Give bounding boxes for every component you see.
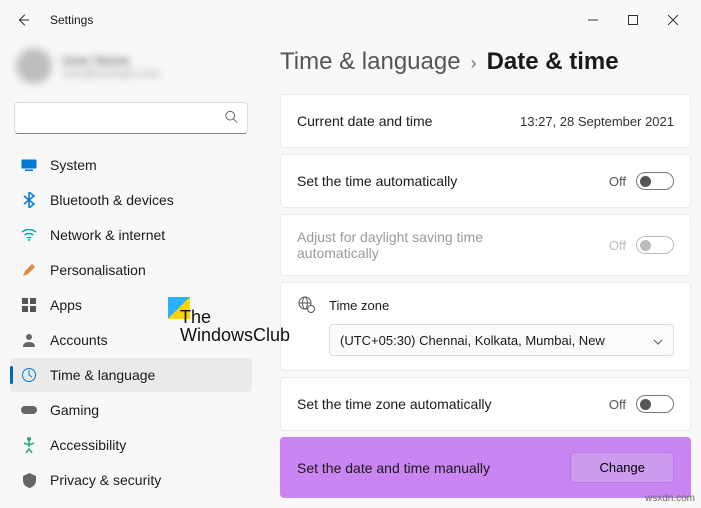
current-datetime-label: Current date and time — [297, 113, 432, 129]
card-timezone: Time zone (UTC+05:30) Chennai, Kolkata, … — [280, 282, 691, 371]
sidebar-item-personalisation[interactable]: Personalisation — [10, 253, 252, 287]
account-name: User Name — [62, 53, 160, 68]
chevron-right-icon: › — [471, 53, 477, 74]
wifi-icon — [20, 226, 38, 244]
timezone-value: (UTC+05:30) Chennai, Kolkata, Mumbai, Ne… — [340, 333, 605, 348]
manual-datetime-label: Set the date and time manually — [297, 460, 490, 476]
search-input[interactable] — [14, 102, 248, 134]
card-auto-timezone[interactable]: Set the time zone automatically Off — [280, 377, 691, 431]
window-title: Settings — [50, 13, 93, 27]
sidebar-item-windows-update[interactable]: Windows Update — [10, 498, 252, 508]
gaming-icon — [20, 401, 38, 419]
avatar — [16, 48, 52, 84]
close-button[interactable] — [653, 5, 693, 35]
arrow-left-icon — [16, 13, 30, 27]
current-datetime-value: 13:27, 28 September 2021 — [520, 114, 674, 129]
sidebar-item-accounts[interactable]: Accounts — [10, 323, 252, 357]
maximize-icon — [628, 15, 638, 25]
card-auto-time[interactable]: Set the time automatically Off — [280, 154, 691, 208]
auto-tz-toggle[interactable] — [636, 395, 674, 413]
sidebar-item-label: Apps — [50, 297, 82, 313]
system-icon — [20, 156, 38, 174]
card-dst: Adjust for daylight saving time automati… — [280, 214, 691, 276]
sidebar-item-privacy[interactable]: Privacy & security — [10, 463, 252, 497]
sidebar-item-label: Personalisation — [50, 262, 146, 278]
accessibility-icon — [20, 436, 38, 454]
bluetooth-icon — [20, 191, 38, 209]
auto-time-state: Off — [609, 174, 626, 189]
apps-icon — [20, 296, 38, 314]
dst-label: Adjust for daylight saving time automati… — [297, 229, 527, 261]
sidebar-item-label: Gaming — [50, 402, 99, 418]
breadcrumb-parent[interactable]: Time & language — [280, 48, 461, 76]
auto-tz-label: Set the time zone automatically — [297, 396, 492, 412]
minimize-icon — [588, 15, 598, 25]
auto-time-label: Set the time automatically — [297, 173, 457, 189]
sidebar-item-network[interactable]: Network & internet — [10, 218, 252, 252]
globe-clock-icon — [20, 366, 38, 384]
timezone-label: Time zone — [329, 298, 389, 313]
sidebar-item-accessibility[interactable]: Accessibility — [10, 428, 252, 462]
breadcrumb: Time & language › Date & time — [280, 48, 691, 76]
chevron-down-icon — [653, 333, 663, 348]
sidebar-item-time-language[interactable]: Time & language — [10, 358, 252, 392]
maximize-button[interactable] — [613, 5, 653, 35]
sidebar-item-label: Bluetooth & devices — [50, 192, 174, 208]
card-current-datetime: Current date and time 13:27, 28 Septembe… — [280, 94, 691, 148]
close-icon — [668, 15, 678, 25]
sidebar-item-gaming[interactable]: Gaming — [10, 393, 252, 427]
dst-state: Off — [609, 238, 626, 253]
change-button[interactable]: Change — [570, 452, 674, 483]
dst-toggle — [636, 236, 674, 254]
sidebar-item-label: System — [50, 157, 97, 173]
account-block[interactable]: User Name user@example.com — [10, 40, 252, 98]
user-icon — [20, 331, 38, 349]
sidebar-item-apps[interactable]: Apps — [10, 288, 252, 322]
minimize-button[interactable] — [573, 5, 613, 35]
sidebar-item-bluetooth[interactable]: Bluetooth & devices — [10, 183, 252, 217]
shield-icon — [20, 471, 38, 489]
page-title: Date & time — [487, 48, 619, 76]
globe-icon — [297, 295, 315, 316]
sidebar-item-label: Network & internet — [50, 227, 165, 243]
back-button[interactable] — [8, 5, 38, 35]
sidebar-item-label: Time & language — [50, 367, 155, 383]
sidebar-item-label: Accounts — [50, 332, 108, 348]
sidebar-item-label: Accessibility — [50, 437, 126, 453]
card-manual-datetime: Set the date and time manually Change — [280, 437, 691, 498]
auto-tz-state: Off — [609, 397, 626, 412]
sidebar-item-system[interactable]: System — [10, 148, 252, 182]
sidebar-item-label: Privacy & security — [50, 472, 161, 488]
auto-time-toggle[interactable] — [636, 172, 674, 190]
brush-icon — [20, 261, 38, 279]
account-email: user@example.com — [62, 68, 160, 80]
timezone-select[interactable]: (UTC+05:30) Chennai, Kolkata, Mumbai, Ne… — [329, 324, 674, 356]
